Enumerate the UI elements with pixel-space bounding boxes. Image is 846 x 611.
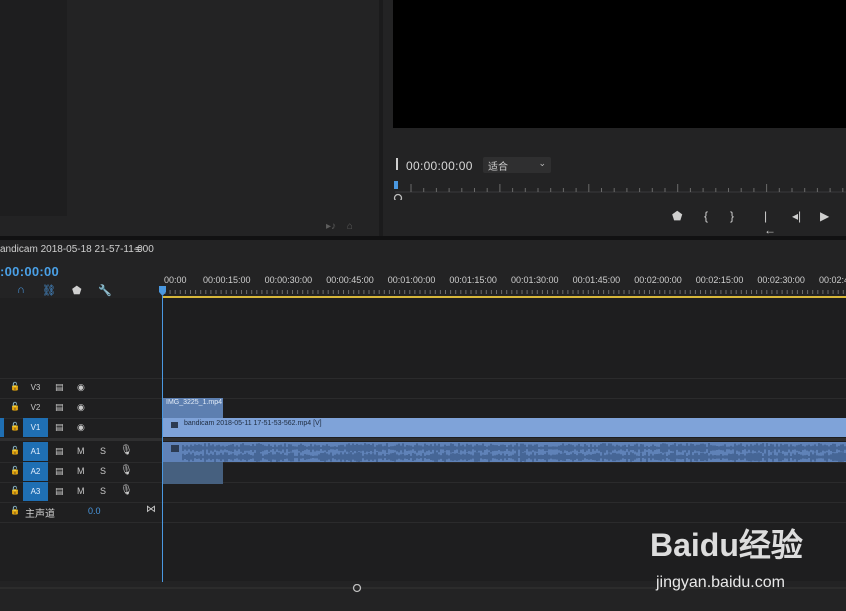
mark-in-icon[interactable]: {: [704, 209, 708, 223]
ruler-label: 00:00:30:00: [265, 275, 313, 285]
sequence-tab[interactable]: andicam 2018-05-18 21-57-11-000: [0, 244, 154, 255]
mark-out-icon[interactable]: }: [730, 209, 734, 223]
track-label-a1[interactable]: A1: [23, 442, 48, 461]
eye-icon[interactable]: ◉: [77, 382, 85, 393]
watermark-url: jingyan.baidu.com: [655, 574, 785, 591]
track-label-a2[interactable]: A2: [23, 462, 48, 481]
track-header-a3: 🔓 A3 ▤ M S 🎙: [0, 482, 163, 501]
clip-a1[interactable]: [163, 442, 846, 462]
eye-icon[interactable]: ◉: [77, 402, 85, 413]
panel-menu-icon[interactable]: ≡: [135, 244, 141, 256]
ruler-label: 00:00: [164, 275, 187, 285]
track-header-a2: 🔓 A2 ▤ M S 🎙: [0, 462, 163, 481]
sync-lock-icon[interactable]: ▤: [55, 446, 64, 457]
timeline-timecode[interactable]: :00:00:00: [0, 264, 59, 279]
ruler-label: 00:02:00:00: [634, 275, 682, 285]
microphone-icon[interactable]: 🎙: [120, 445, 133, 456]
lock-icon[interactable]: 🔓: [10, 506, 20, 515]
settings-wrench-icon[interactable]: 🔧: [98, 284, 112, 297]
watermark: Baidu经验 jingyan.baidu.com: [650, 527, 803, 591]
mute-button[interactable]: M: [77, 486, 85, 496]
add-marker-icon[interactable]: ⬟: [72, 284, 82, 297]
ruler-label: 00:02:15:00: [696, 275, 744, 285]
ruler-label: 00:01:15:00: [449, 275, 497, 285]
program-playhead: [394, 181, 398, 189]
ruler-label: 00:00:15:00: [203, 275, 251, 285]
audio-waveform: [171, 443, 846, 462]
project-footer: ▸♪ ⌂: [326, 221, 353, 232]
fx-badge-icon: [171, 445, 179, 452]
track-label-a3[interactable]: A3: [23, 482, 48, 501]
track-label-v3[interactable]: V3: [23, 378, 48, 397]
linked-selection-icon[interactable]: ⛓: [42, 284, 56, 297]
ruler-label: 00:02:30:00: [757, 275, 805, 285]
project-list-area[interactable]: [0, 0, 67, 216]
program-video-frame: [393, 0, 846, 128]
clip-a2[interactable]: [163, 462, 223, 484]
playhead-line[interactable]: [162, 296, 163, 582]
ruler-label: 00:02:45: [819, 275, 846, 285]
microphone-icon[interactable]: 🎙: [120, 465, 133, 476]
clip-name: IMG_3225_1.mp4: [166, 399, 223, 406]
ruler-label: 00:01:00:00: [388, 275, 436, 285]
fit-zoom-select[interactable]: 适合 ⌄: [483, 157, 551, 173]
clip-v2[interactable]: IMG_3225_1.mp4: [163, 398, 223, 418]
fit-zoom-value: 适合: [488, 161, 508, 173]
program-timecode[interactable]: 00:00:00:00: [406, 159, 473, 173]
watermark-brand: Baidu经验: [650, 527, 803, 563]
eye-icon[interactable]: ◉: [77, 422, 85, 433]
track-header-v3: 🔓 V3 ▤ ◉: [0, 378, 163, 397]
microphone-icon[interactable]: 🎙: [120, 485, 133, 496]
master-track-label: 主声道: [25, 509, 55, 520]
lock-icon[interactable]: 🔓: [10, 422, 20, 431]
go-to-end-icon[interactable]: ⋈: [146, 504, 156, 515]
mute-button[interactable]: M: [77, 466, 85, 476]
sync-lock-icon[interactable]: ▤: [55, 382, 64, 393]
solo-button[interactable]: S: [100, 466, 106, 476]
automate-to-sequence-icon[interactable]: ▸♪: [326, 221, 336, 232]
lock-icon[interactable]: 🔓: [10, 402, 20, 411]
clip-v1[interactable]: bandicam 2018-05-11 17-51-53-562.mp4 [V]: [163, 418, 846, 437]
mute-button[interactable]: M: [77, 446, 85, 456]
track-header-v2: 🔓 V2 ▤ ◉: [0, 398, 163, 417]
lock-icon[interactable]: 🔓: [10, 382, 20, 391]
program-time-ruler[interactable]: [393, 178, 846, 200]
sync-lock-icon[interactable]: ▤: [55, 486, 64, 497]
ruler-label: 00:01:30:00: [511, 275, 559, 285]
sync-lock-icon[interactable]: ▤: [55, 422, 64, 433]
track-header-master: 🔓 主声道 0.0 ⋈: [0, 503, 163, 521]
track-header-v1: 🔓 V1 ▤ ◉: [0, 418, 163, 437]
timeline-time-ruler[interactable]: 00:00 00:00:15:00 00:00:30:00 00:00:45:00 00…: [163, 272, 846, 296]
track-header-a1: 🔓 A1 ▤ M S 🎙: [0, 442, 163, 461]
sync-lock-icon[interactable]: ▤: [55, 466, 64, 477]
solo-button[interactable]: S: [100, 486, 106, 496]
sync-lock-icon[interactable]: ▤: [55, 402, 64, 413]
clip-name: bandicam 2018-05-11 17-51-53-562.mp4 [V]: [184, 420, 322, 427]
program-zoom-handle: [393, 193, 403, 200]
add-marker-icon[interactable]: ⬟: [672, 209, 682, 223]
snap-icon[interactable]: ∩: [17, 284, 25, 296]
fx-badge-icon: [171, 422, 178, 428]
lock-icon[interactable]: 🔓: [10, 466, 20, 475]
track-label-v2[interactable]: V2: [23, 398, 48, 417]
lock-icon[interactable]: 🔓: [10, 486, 20, 495]
new-item-icon[interactable]: ⌂: [347, 221, 353, 232]
solo-button[interactable]: S: [100, 446, 106, 456]
step-back-icon[interactable]: ◂|: [792, 209, 801, 223]
work-area-bar[interactable]: [163, 296, 846, 298]
ruler-label: 00:01:45:00: [573, 275, 621, 285]
track-label-v1[interactable]: V1: [23, 418, 48, 437]
lock-icon[interactable]: 🔓: [10, 446, 20, 455]
chevron-down-icon: ⌄: [538, 158, 546, 168]
ruler-label: 00:00:45:00: [326, 275, 374, 285]
master-volume-value[interactable]: 0.0: [88, 506, 101, 516]
go-to-in-icon[interactable]: |←: [764, 209, 776, 237]
video-audio-divider: [0, 438, 846, 441]
timecode-indicator: [396, 158, 398, 170]
play-icon[interactable]: ▶: [820, 209, 829, 223]
